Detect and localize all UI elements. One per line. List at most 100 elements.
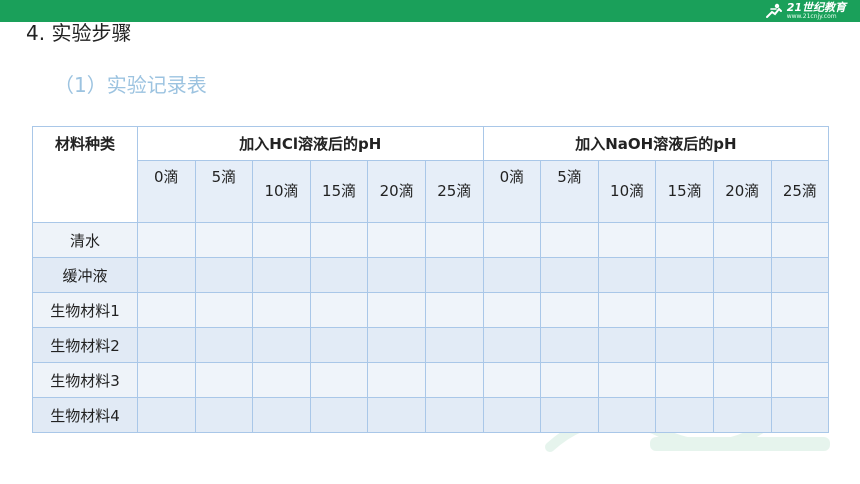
table-cell[interactable] (137, 257, 196, 293)
table-cell[interactable] (770, 397, 830, 433)
drop-header-cell: 20滴 (712, 160, 772, 223)
page-title: 4. 实验步骤 (26, 21, 132, 45)
table-cell[interactable] (137, 327, 196, 363)
table-cell[interactable] (137, 362, 196, 398)
table-cell[interactable] (309, 292, 369, 328)
drop-header-cell: 20滴 (367, 160, 426, 223)
table-cell[interactable] (712, 222, 772, 258)
row-label: 缓冲液 (32, 257, 138, 293)
table-row: 生物材料3 (32, 362, 830, 398)
table-cell[interactable] (194, 292, 254, 328)
drop-header-cell: 15滴 (309, 160, 369, 223)
table-cell[interactable] (424, 257, 484, 293)
table-row: 生物材料2 (32, 327, 830, 363)
row-label: 生物材料4 (32, 397, 138, 433)
table-cell[interactable] (309, 397, 369, 433)
table-cell[interactable] (482, 222, 542, 258)
table-cell[interactable] (770, 327, 830, 363)
table-cell[interactable] (367, 222, 426, 258)
table-cell[interactable] (597, 222, 657, 258)
table-cell[interactable] (482, 397, 542, 433)
table-cell[interactable] (597, 362, 657, 398)
table-cell[interactable] (540, 397, 599, 433)
table-cell[interactable] (770, 257, 830, 293)
table-cell[interactable] (252, 222, 311, 258)
table-row: 清水 (32, 222, 830, 258)
table-cell[interactable] (540, 327, 599, 363)
table-cell[interactable] (482, 257, 542, 293)
table-row: 生物材料1 (32, 292, 830, 328)
drop-header-cell: 25滴 (770, 160, 830, 223)
table-cell[interactable] (367, 327, 426, 363)
table-cell[interactable] (367, 257, 426, 293)
table-cell[interactable] (309, 327, 369, 363)
table-cell[interactable] (137, 292, 196, 328)
table-cell[interactable] (712, 397, 772, 433)
drop-header-cell: 10滴 (252, 160, 311, 223)
row-label: 生物材料2 (32, 327, 138, 363)
table-cell[interactable] (770, 222, 830, 258)
drop-header-cell: 15滴 (655, 160, 714, 223)
table-cell[interactable] (712, 292, 772, 328)
table-cell[interactable] (194, 257, 254, 293)
table-cell[interactable] (424, 222, 484, 258)
table-cell[interactable] (655, 292, 714, 328)
table-cell[interactable] (424, 327, 484, 363)
table-cell[interactable] (655, 327, 714, 363)
table-cell[interactable] (309, 362, 369, 398)
table-cell[interactable] (540, 292, 599, 328)
table-cell[interactable] (194, 327, 254, 363)
table-row: 缓冲液 (32, 257, 830, 293)
table-cell[interactable] (597, 257, 657, 293)
row-label: 生物材料1 (32, 292, 138, 328)
table-cell[interactable] (482, 327, 542, 363)
table-cell[interactable] (770, 362, 830, 398)
table-cell[interactable] (655, 222, 714, 258)
page-subtitle: （1）实验记录表 (54, 73, 207, 97)
table-cell[interactable] (424, 397, 484, 433)
table-cell[interactable] (424, 362, 484, 398)
table-cell[interactable] (597, 327, 657, 363)
table-cell[interactable] (655, 362, 714, 398)
table-cell[interactable] (597, 397, 657, 433)
table-cell[interactable] (252, 362, 311, 398)
table-cell[interactable] (770, 292, 830, 328)
table-cell[interactable] (194, 362, 254, 398)
drop-header-cell: 0滴 (137, 160, 196, 223)
drop-header-cell: 5滴 (194, 160, 254, 223)
drop-header-cell: 5滴 (540, 160, 599, 223)
drop-header-cell: 25滴 (424, 160, 484, 223)
table-cell[interactable] (252, 292, 311, 328)
table-cell[interactable] (252, 397, 311, 433)
table-cell[interactable] (194, 397, 254, 433)
row-label: 生物材料3 (32, 362, 138, 398)
table-cell[interactable] (252, 327, 311, 363)
table-cell[interactable] (655, 257, 714, 293)
table-cell[interactable] (712, 362, 772, 398)
table-cell[interactable] (194, 222, 254, 258)
table-cell[interactable] (655, 397, 714, 433)
table-cell[interactable] (367, 397, 426, 433)
table-cell[interactable] (482, 292, 542, 328)
table-cell[interactable] (309, 222, 369, 258)
table-cell[interactable] (540, 257, 599, 293)
row-label: 清水 (32, 222, 138, 258)
table-cell[interactable] (540, 362, 599, 398)
brand-logo: 21世纪教育 www.21cnjy.com (765, 2, 846, 20)
table-cell[interactable] (137, 222, 196, 258)
table-cell[interactable] (712, 257, 772, 293)
table-row: 生物材料4 (32, 397, 830, 433)
header-naoh-group: 加入NaOH溶液后的pH (482, 126, 830, 161)
table-cell[interactable] (137, 397, 196, 433)
header-hcl-group: 加入HCl溶液后的pH (137, 126, 484, 161)
table-cell[interactable] (597, 292, 657, 328)
experiment-record-table: 材料种类 加入HCl溶液后的pH 加入NaOH溶液后的pH 0滴 5滴 10滴 15滴… (32, 126, 830, 433)
table-cell[interactable] (309, 257, 369, 293)
table-cell[interactable] (482, 362, 542, 398)
table-cell[interactable] (712, 327, 772, 363)
table-cell[interactable] (367, 362, 426, 398)
table-cell[interactable] (367, 292, 426, 328)
table-cell[interactable] (252, 257, 311, 293)
table-cell[interactable] (424, 292, 484, 328)
table-cell[interactable] (540, 222, 599, 258)
